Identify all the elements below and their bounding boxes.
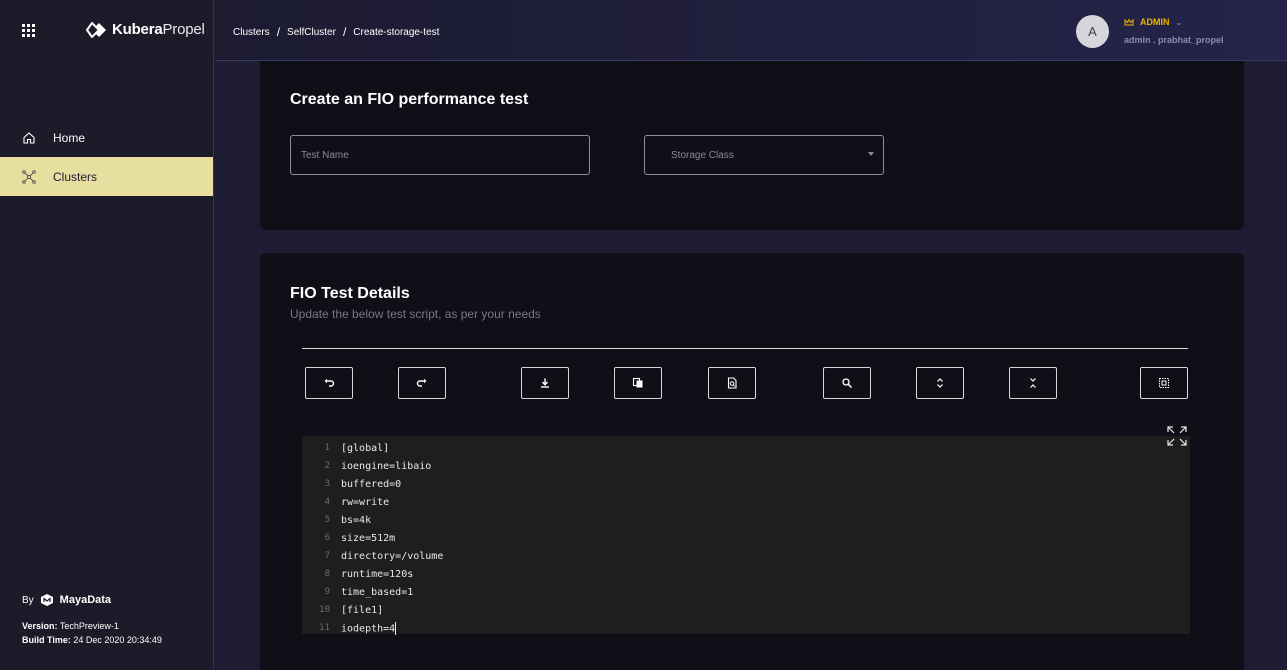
code-line[interactable]: 2 ioengine=libaio <box>302 457 1190 475</box>
code-line[interactable]: 9 time_based=1 <box>302 583 1190 601</box>
code-text[interactable]: runtime=120s <box>330 569 413 580</box>
line-number: 7 <box>324 551 330 561</box>
code-line[interactable]: 1 [global] <box>302 439 1190 457</box>
line-number: 1 <box>324 443 330 453</box>
collapse-all-button[interactable] <box>1009 367 1057 399</box>
fio-details-card: FIO Test Details Update the below test s… <box>260 253 1244 670</box>
build-time-info: Build Time: 24 Dec 2020 20:34:49 <box>22 635 162 645</box>
sidebar-item-label: Home <box>53 130 86 145</box>
user-role: ADMIN <box>1140 17 1170 27</box>
breadcrumb-selfcluster[interactable]: SelfCluster <box>287 27 336 38</box>
code-editor[interactable]: 1 [global] 2 ioengine=libaio 3 buffered=0 4 rw=… <box>302 436 1190 637</box>
app-grid-icon[interactable] <box>22 24 36 38</box>
test-name-input[interactable]: Test Name <box>290 135 590 175</box>
line-number: 9 <box>324 587 330 597</box>
collapse-all-icon <box>1030 378 1036 388</box>
line-number: 11 <box>319 623 330 633</box>
breadcrumb: Clusters / SelfCluster / Create-storage-… <box>233 25 440 39</box>
sidebar-item-home[interactable]: Home <box>0 118 213 157</box>
avatar[interactable]: A <box>1076 15 1109 48</box>
home-icon <box>23 131 35 144</box>
fullscreen-icon[interactable] <box>1166 425 1188 447</box>
preview-button[interactable] <box>708 367 756 399</box>
code-text[interactable]: size=512m <box>330 533 395 544</box>
version-info: Version: TechPreview-1 <box>22 621 119 631</box>
line-number: 5 <box>324 515 330 525</box>
search-button[interactable] <box>823 367 871 399</box>
code-text[interactable]: ioengine=libaio <box>330 461 431 472</box>
fio-details-subtitle: Update the below test script, as per you… <box>290 307 541 321</box>
select-all-button[interactable] <box>1140 367 1188 399</box>
code-text[interactable]: [global] <box>330 443 389 454</box>
storage-class-select[interactable]: Storage Class <box>644 135 884 175</box>
code-line[interactable]: 8 runtime=120s <box>302 565 1190 583</box>
preview-icon <box>727 377 737 389</box>
code-line[interactable]: 3 buffered=0 <box>302 475 1190 493</box>
fio-details-title: FIO Test Details <box>290 285 410 302</box>
user-name: admin . prabhat_propel <box>1124 35 1224 45</box>
kubera-propel-logo[interactable]: KuberaPropel <box>86 21 205 38</box>
logo-text: KuberaPropel <box>112 21 205 38</box>
code-line[interactable]: 7 directory=/volume <box>302 547 1190 565</box>
code-text[interactable]: iodepth=4 <box>330 621 397 635</box>
text-cursor <box>395 621 397 635</box>
line-number: 4 <box>324 497 330 507</box>
code-text[interactable]: buffered=0 <box>330 479 401 490</box>
code-line[interactable]: 10 [file1] <box>302 601 1190 619</box>
redo-icon <box>416 378 427 387</box>
copy-button[interactable] <box>614 367 662 399</box>
code-line[interactable]: 11 iodepth=4 <box>302 619 1190 637</box>
crown-icon <box>1124 17 1134 25</box>
line-number: 3 <box>324 479 330 489</box>
breadcrumb-current: Create-storage-test <box>353 26 440 38</box>
line-number: 8 <box>324 569 330 579</box>
sidebar-item-clusters[interactable]: Clusters <box>0 157 213 196</box>
breadcrumb-clusters[interactable]: Clusters <box>233 27 270 38</box>
toolbar-divider <box>302 348 1188 349</box>
user-menu[interactable]: ADMIN ⌄ <box>1124 17 1182 27</box>
undo-icon <box>324 378 335 387</box>
dropdown-caret-icon <box>868 152 874 156</box>
line-number: 2 <box>324 461 330 471</box>
footer-brand: By MayaData <box>22 594 112 606</box>
line-number: 10 <box>319 605 330 615</box>
redo-button[interactable] <box>398 367 446 399</box>
code-line[interactable]: 4 rw=write <box>302 493 1190 511</box>
code-line[interactable]: 6 size=512m <box>302 529 1190 547</box>
line-number: 6 <box>324 533 330 543</box>
search-icon <box>842 378 853 389</box>
code-line[interactable]: 5 bs=4k <box>302 511 1190 529</box>
code-text[interactable]: bs=4k <box>330 515 371 526</box>
copy-icon <box>632 377 643 388</box>
chevron-down-icon: ⌄ <box>1175 17 1183 27</box>
expand-all-icon <box>937 378 943 388</box>
sidebar: KuberaPropel Home Clusters By MayaData V… <box>0 0 214 670</box>
mayadata-logo-icon <box>40 594 53 606</box>
kubera-logo-icon <box>86 21 106 38</box>
select-all-icon <box>1159 378 1169 388</box>
code-text[interactable]: [file1] <box>330 605 383 616</box>
undo-button[interactable] <box>305 367 353 399</box>
create-test-title: Create an FIO performance test <box>290 91 529 108</box>
download-icon <box>541 378 549 388</box>
code-text[interactable]: directory=/volume <box>330 551 443 562</box>
clusters-icon <box>22 169 36 184</box>
top-header: Clusters / SelfCluster / Create-storage-… <box>215 0 1287 61</box>
code-text[interactable]: rw=write <box>330 497 389 508</box>
sidebar-item-label: Clusters <box>53 169 98 184</box>
code-text[interactable]: time_based=1 <box>330 587 413 598</box>
create-test-card: Create an FIO performance test Test Name… <box>260 61 1244 230</box>
expand-all-button[interactable] <box>916 367 964 399</box>
download-button[interactable] <box>521 367 569 399</box>
